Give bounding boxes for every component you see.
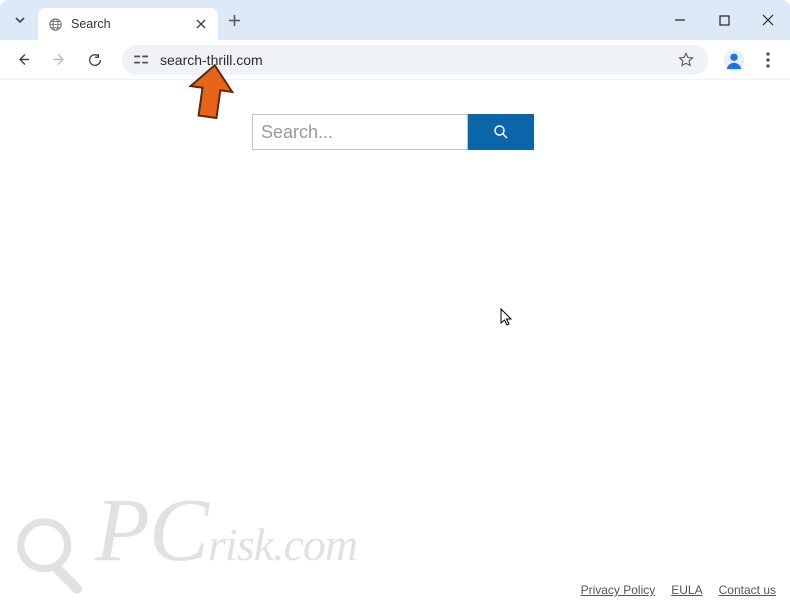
address-bar[interactable]: search-thrill.com [122,45,708,75]
globe-icon [48,17,63,32]
kebab-menu-button[interactable] [754,46,782,74]
profile-button[interactable] [720,46,748,74]
forward-button[interactable] [44,45,74,75]
new-tab-button[interactable] [218,8,251,33]
reload-button[interactable] [80,45,110,75]
site-settings-icon[interactable] [134,53,150,67]
url-text: search-thrill.com [160,52,666,68]
window-controls [658,0,790,40]
back-button[interactable] [8,45,38,75]
privacy-link[interactable]: Privacy Policy [581,583,656,597]
search-form [252,114,790,150]
toolbar: search-thrill.com [0,40,790,80]
watermark-prefix: PC [95,481,208,580]
page-viewport: Privacy Policy EULA Contact us PCrisk.co… [0,80,790,607]
eula-link[interactable]: EULA [671,583,702,597]
browser-tab[interactable]: Search [38,8,218,40]
search-input[interactable] [252,114,468,150]
minimize-button[interactable] [658,4,702,36]
contact-link[interactable]: Contact us [719,583,776,597]
window-close-button[interactable] [746,4,790,36]
close-tab-button[interactable] [194,17,208,31]
search-button[interactable] [468,114,534,150]
maximize-button[interactable] [702,4,746,36]
magnifier-icon [10,511,100,601]
tab-search-dropdown[interactable] [6,8,34,32]
footer-links: Privacy Policy EULA Contact us [581,583,776,597]
titlebar: Search [0,0,790,40]
watermark: PCrisk.com [10,479,357,601]
search-icon [492,123,510,141]
watermark-suffix: risk.com [208,519,357,570]
tab-title: Search [71,17,186,31]
bookmark-button[interactable] [676,50,696,70]
